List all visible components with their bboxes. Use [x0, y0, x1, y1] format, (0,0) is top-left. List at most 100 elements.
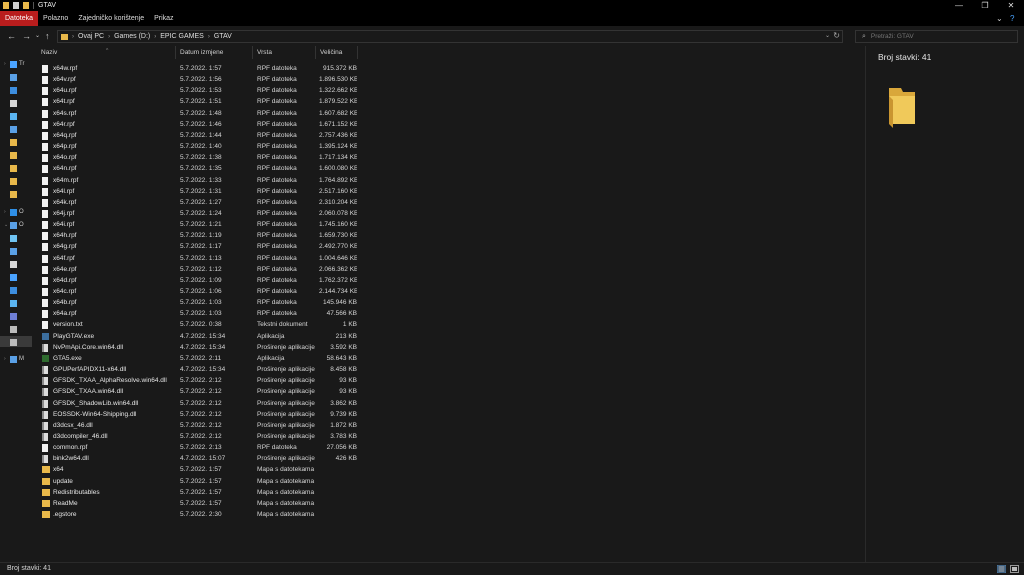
- nav-item[interactable]: [4, 111, 19, 121]
- file-row[interactable]: x64p.rpf 5.7.2022. 1:40 RPF datoteka 1.395.…: [37, 141, 865, 152]
- file-row[interactable]: version.txt 5.7.2022. 0:38 Tekstni dokumen…: [37, 319, 865, 330]
- details-view-icon[interactable]: [997, 565, 1006, 573]
- recent-locations-button[interactable]: ⌄: [35, 30, 40, 42]
- file-row[interactable]: x64s.rpf 5.7.2022. 1:48 RPF datoteka 1.607.…: [37, 108, 865, 119]
- large-icons-view-icon[interactable]: [1010, 565, 1019, 573]
- file-row[interactable]: Redistributables 5.7.2022. 1:57 Mapa s dat…: [37, 487, 865, 498]
- ribbon-tab-datoteka[interactable]: Datoteka: [0, 11, 39, 26]
- file-size: 1.004.646 KB: [319, 254, 357, 262]
- breadcrumb-separator-icon[interactable]: ›: [154, 34, 156, 40]
- file-row[interactable]: bink2w64.dll 4.7.2022. 15:07 Proširenje ap…: [37, 453, 865, 464]
- breadcrumb-item[interactable]: GTAV: [214, 33, 232, 40]
- file-row[interactable]: x64i.rpf 5.7.2022. 1:21 RPF datoteka 1.745.…: [37, 219, 865, 230]
- nav-item[interactable]: ⌄ O: [4, 220, 24, 230]
- address-bar[interactable]: › Ovaj PC › Games (D:) › EPIC GAMES › GTAV ⌄ ↻: [57, 30, 843, 43]
- breadcrumb-item[interactable]: Ovaj PC: [78, 33, 104, 40]
- file-row[interactable]: GPUPerfAPIDX11-x64.dll 4.7.2022. 15:34 Pro…: [37, 364, 865, 375]
- nav-item[interactable]: [4, 311, 19, 321]
- nav-item[interactable]: › O: [4, 207, 24, 217]
- file-row[interactable]: x64 5.7.2022. 1:57 Mapa s datotekama: [37, 464, 865, 475]
- file-row[interactable]: x64v.rpf 5.7.2022. 1:56 RPF datoteka 1.896.…: [37, 74, 865, 85]
- nav-item[interactable]: [4, 189, 19, 199]
- file-row[interactable]: common.rpf 5.7.2022. 2:13 RPF datoteka 27.0…: [37, 442, 865, 453]
- file-row[interactable]: x64b.rpf 5.7.2022. 1:03 RPF datoteka 145.94…: [37, 297, 865, 308]
- navigation-pane[interactable]: › Tr › O ⌄ O › M: [0, 46, 32, 562]
- close-button[interactable]: ✕: [998, 0, 1024, 11]
- nav-item[interactable]: › M: [4, 354, 24, 364]
- nav-item[interactable]: [4, 72, 19, 82]
- help-button[interactable]: ?: [1010, 11, 1014, 26]
- nav-item[interactable]: [4, 176, 19, 186]
- column-header-size[interactable]: Veličina: [316, 46, 358, 59]
- ribbon-tab-polazno[interactable]: Polazno: [38, 11, 73, 26]
- nav-item[interactable]: [4, 298, 19, 308]
- new-folder-icon[interactable]: [23, 2, 29, 9]
- file-row[interactable]: x64d.rpf 5.7.2022. 1:09 RPF datoteka 1.762.…: [37, 275, 865, 286]
- nav-item[interactable]: [4, 137, 19, 147]
- file-row[interactable]: d3dcsx_46.dll 5.7.2022. 2:12 Proširenje ap…: [37, 420, 865, 431]
- nav-item[interactable]: [4, 124, 19, 134]
- file-row[interactable]: GFSDK_ShadowLib.win64.dll 5.7.2022. 2:12 P…: [37, 398, 865, 409]
- file-row[interactable]: ReadMe 5.7.2022. 1:57 Mapa s datotekama: [37, 498, 865, 509]
- properties-icon[interactable]: [13, 2, 19, 9]
- search-input[interactable]: [870, 33, 1001, 40]
- file-row[interactable]: EOSSDK-Win64-Shipping.dll 5.7.2022. 2:12 P…: [37, 409, 865, 420]
- file-row[interactable]: GFSDK_TXAA_AlphaResolve.win64.dll 5.7.202…: [37, 375, 865, 386]
- file-row[interactable]: x64h.rpf 5.7.2022. 1:19 RPF datoteka 1.659.…: [37, 230, 865, 241]
- file-row[interactable]: x64g.rpf 5.7.2022. 1:17 RPF datoteka 2.492.…: [37, 241, 865, 252]
- address-dropdown-button[interactable]: ⌄: [825, 32, 830, 39]
- file-row[interactable]: GFSDK_TXAA.win64.dll 5.7.2022. 2:12 Prošir…: [37, 386, 865, 397]
- file-row[interactable]: GTA5.exe 5.7.2022. 2:11 Aplikacija 58.643 K…: [37, 353, 865, 364]
- back-button[interactable]: ←: [7, 30, 16, 42]
- column-header-date[interactable]: Datum izmjene: [176, 46, 253, 59]
- minimize-button[interactable]: —: [946, 0, 972, 11]
- file-row[interactable]: x64l.rpf 5.7.2022. 1:31 RPF datoteka 2.517.…: [37, 186, 865, 197]
- file-row[interactable]: d3dcompiler_46.dll 5.7.2022. 2:12 Proširen…: [37, 431, 865, 442]
- file-row[interactable]: x64u.rpf 5.7.2022. 1:53 RPF datoteka 1.322.…: [37, 85, 865, 96]
- file-row[interactable]: x64q.rpf 5.7.2022. 1:44 RPF datoteka 2.757.…: [37, 130, 865, 141]
- file-row[interactable]: update 5.7.2022. 1:57 Mapa s datotekama: [37, 476, 865, 487]
- nav-item[interactable]: [4, 285, 19, 295]
- file-row[interactable]: x64o.rpf 5.7.2022. 1:38 RPF datoteka 1.717.…: [37, 152, 865, 163]
- nav-item[interactable]: [4, 98, 19, 108]
- file-row[interactable]: NvPmApi.Core.win64.dll 4.7.2022. 15:34 Pro…: [37, 342, 865, 353]
- search-box[interactable]: ⌕: [855, 30, 1018, 43]
- file-row[interactable]: x64c.rpf 5.7.2022. 1:06 RPF datoteka 2.144.…: [37, 286, 865, 297]
- column-header-name[interactable]: Naziv ^: [37, 46, 176, 59]
- file-row[interactable]: x64r.rpf 5.7.2022. 1:46 RPF datoteka 1.671.…: [37, 119, 865, 130]
- file-row[interactable]: x64n.rpf 5.7.2022. 1:35 RPF datoteka 1.600.…: [37, 163, 865, 174]
- file-row[interactable]: x64m.rpf 5.7.2022. 1:33 RPF datoteka 1.764.…: [37, 175, 865, 186]
- file-row[interactable]: .egstore 5.7.2022. 2:30 Mapa s datotekama: [37, 509, 865, 520]
- file-row[interactable]: x64k.rpf 5.7.2022. 1:27 RPF datoteka 2.310.…: [37, 197, 865, 208]
- file-row[interactable]: x64t.rpf 5.7.2022. 1:51 RPF datoteka 1.879.…: [37, 96, 865, 107]
- nav-item[interactable]: [4, 150, 19, 160]
- nav-item[interactable]: › Tr: [4, 59, 24, 69]
- nav-item[interactable]: [4, 272, 19, 282]
- breadcrumb-item[interactable]: EPIC GAMES: [160, 33, 204, 40]
- expand-ribbon-button[interactable]: ⌄: [996, 11, 1003, 26]
- ribbon-tab-zajedni-ko-kori-tenje[interactable]: Zajedničko korištenje: [73, 11, 149, 26]
- file-row[interactable]: PlayGTAV.exe 4.7.2022. 15:34 Aplikacija 213…: [37, 331, 865, 342]
- up-button[interactable]: ↑: [45, 30, 50, 42]
- file-row[interactable]: x64f.rpf 5.7.2022. 1:13 RPF datoteka 1.004.…: [37, 253, 865, 264]
- file-row[interactable]: x64w.rpf 5.7.2022. 1:57 RPF datoteka 915.37…: [37, 63, 865, 74]
- column-header-type[interactable]: Vrsta: [253, 46, 316, 59]
- nav-item[interactable]: [4, 259, 19, 269]
- nav-item[interactable]: [4, 163, 19, 173]
- nav-item[interactable]: [4, 246, 19, 256]
- breadcrumb-separator-icon[interactable]: ›: [108, 34, 110, 40]
- nav-item[interactable]: [4, 337, 19, 347]
- breadcrumb-separator-icon[interactable]: ›: [208, 34, 210, 40]
- maximize-button[interactable]: ❐: [972, 0, 998, 11]
- forward-button[interactable]: →: [22, 30, 31, 42]
- ribbon-tab-prikaz[interactable]: Prikaz: [149, 11, 178, 26]
- refresh-button[interactable]: ↻: [833, 31, 840, 40]
- nav-item[interactable]: [4, 324, 19, 334]
- file-row[interactable]: x64a.rpf 5.7.2022. 1:03 RPF datoteka 47.566…: [37, 308, 865, 319]
- file-row[interactable]: x64j.rpf 5.7.2022. 1:24 RPF datoteka 2.060.…: [37, 208, 865, 219]
- nav-item[interactable]: [4, 85, 19, 95]
- breadcrumb-item[interactable]: Games (D:): [114, 33, 150, 40]
- breadcrumb-separator-icon[interactable]: ›: [72, 34, 74, 40]
- nav-item[interactable]: [4, 233, 19, 243]
- file-row[interactable]: x64e.rpf 5.7.2022. 1:12 RPF datoteka 2.066.…: [37, 264, 865, 275]
